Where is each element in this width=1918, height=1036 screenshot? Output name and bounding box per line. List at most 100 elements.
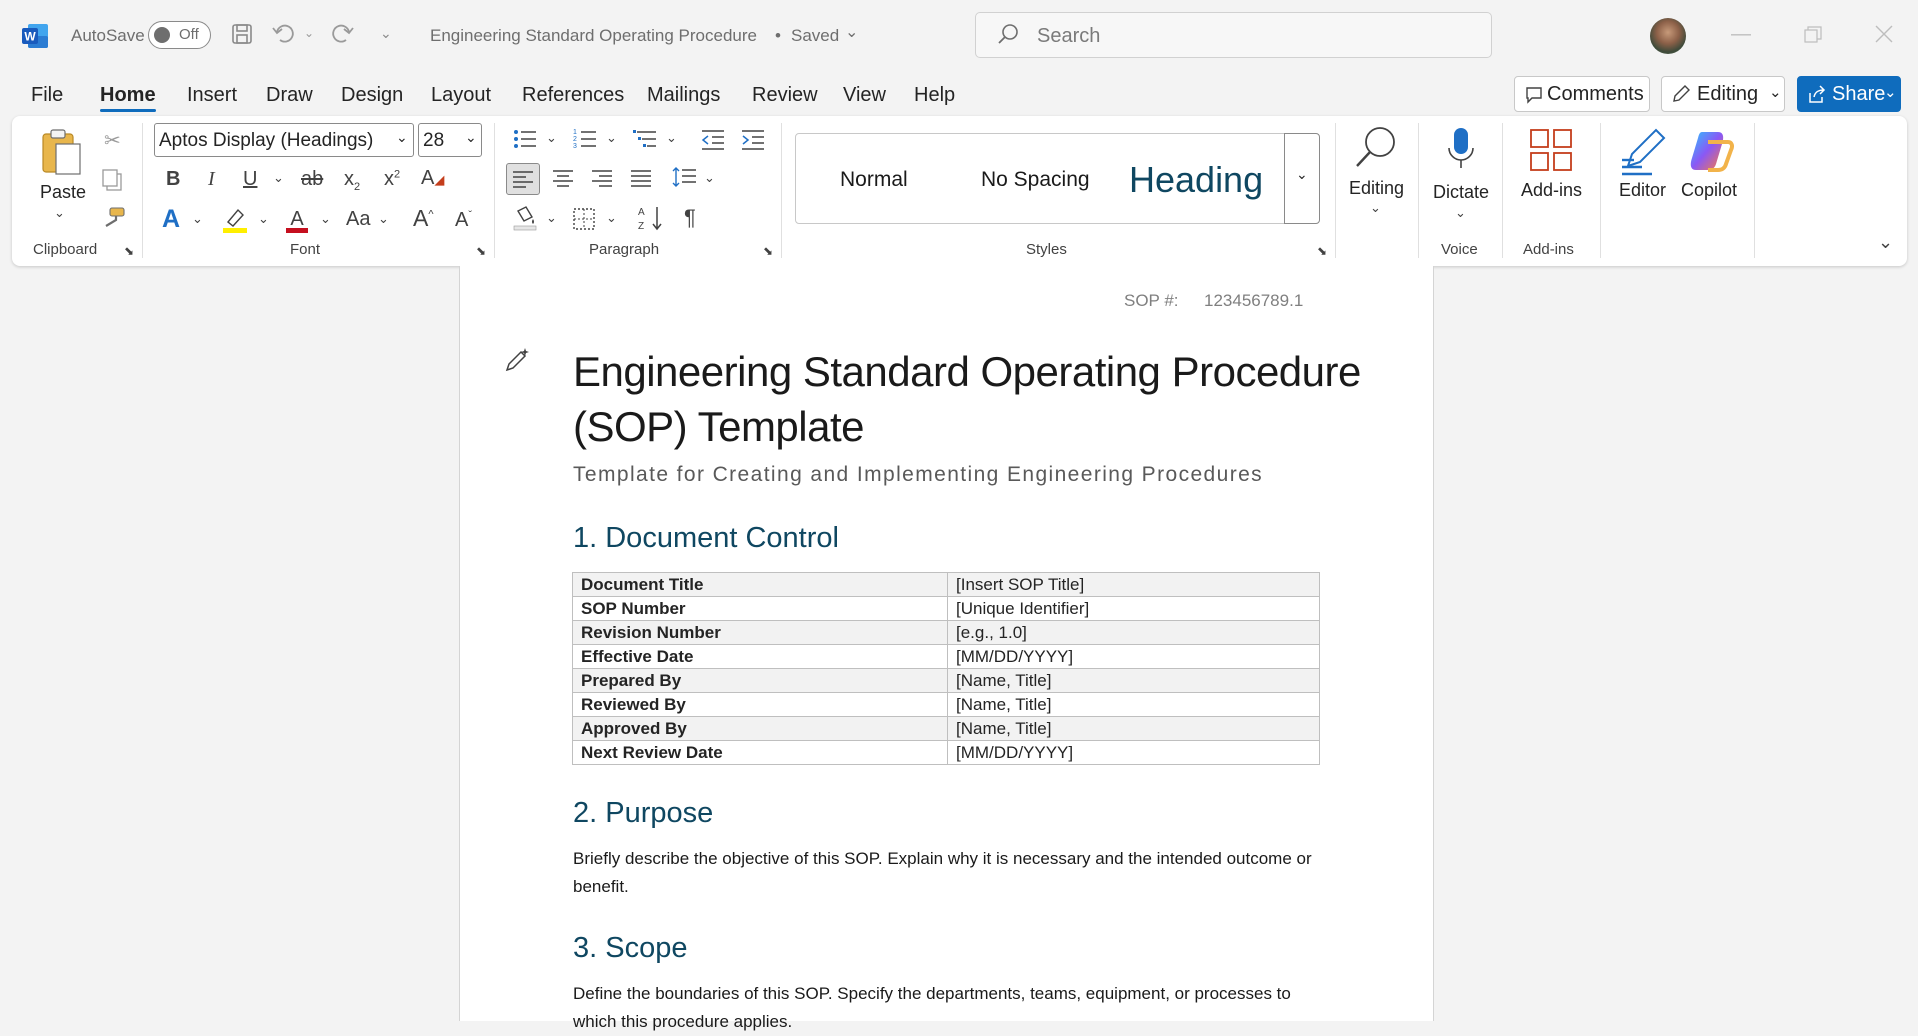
- style-no-spacing[interactable]: No Spacing: [981, 168, 1090, 192]
- table-cell-value[interactable]: [Insert SOP Title]: [947, 572, 1320, 597]
- table-cell-value[interactable]: [e.g., 1.0]: [947, 620, 1320, 645]
- copilot-draft-icon[interactable]: [503, 346, 531, 379]
- borders-icon[interactable]: [572, 207, 596, 235]
- decrease-indent-icon[interactable]: [700, 127, 726, 155]
- tab-mailings[interactable]: Mailings: [647, 84, 720, 107]
- font-size-select[interactable]: 28 ⌄: [418, 123, 482, 157]
- restore-icon[interactable]: [1804, 26, 1822, 48]
- increase-indent-icon[interactable]: [740, 127, 766, 155]
- dictate-dropdown-icon[interactable]: ⌄: [1455, 206, 1466, 219]
- editor-label[interactable]: Editor: [1619, 180, 1666, 201]
- cut-icon[interactable]: ✂: [104, 131, 121, 151]
- paste-label[interactable]: Paste: [40, 182, 86, 203]
- editing-mode-button[interactable]: Editing ⌄: [1661, 76, 1785, 112]
- font-family-select[interactable]: Aptos Display (Headings) ⌄: [154, 123, 414, 157]
- subscript-icon[interactable]: x2: [344, 169, 360, 193]
- minimize-icon[interactable]: ―: [1731, 24, 1751, 44]
- save-icon[interactable]: [230, 22, 254, 50]
- bold-icon[interactable]: B: [166, 169, 180, 189]
- table-cell-key[interactable]: Revision Number: [572, 620, 948, 645]
- table-cell-key[interactable]: Document Title: [572, 572, 948, 597]
- style-normal[interactable]: Normal: [840, 168, 908, 192]
- copy-icon[interactable]: [100, 168, 126, 196]
- show-formatting-marks-icon[interactable]: ¶: [684, 207, 696, 229]
- table-cell-value[interactable]: [MM/DD/YYYY]: [947, 644, 1320, 669]
- tab-file[interactable]: File: [31, 84, 63, 107]
- paste-icon[interactable]: [40, 128, 84, 181]
- superscript-icon[interactable]: x2: [384, 169, 400, 189]
- underline-icon[interactable]: U: [243, 169, 257, 189]
- change-case-dropdown-icon[interactable]: ⌄: [378, 212, 389, 225]
- undo-dropdown-icon[interactable]: ⌄: [304, 27, 314, 39]
- shading-dropdown-icon[interactable]: ⌄: [546, 211, 557, 224]
- table-cell-value[interactable]: [Name, Title]: [947, 668, 1320, 693]
- table-cell-key[interactable]: Approved By: [572, 716, 948, 741]
- find-icon[interactable]: [1353, 124, 1399, 175]
- multilevel-list-icon[interactable]: [632, 127, 658, 155]
- avatar[interactable]: [1650, 18, 1686, 54]
- numbering-icon[interactable]: 123: [572, 127, 598, 155]
- editor-icon[interactable]: [1620, 126, 1668, 181]
- undo-icon[interactable]: [271, 22, 297, 50]
- purpose-paragraph[interactable]: Briefly describe the objective of this S…: [573, 845, 1313, 901]
- italic-icon[interactable]: I: [208, 169, 215, 189]
- highlight-icon[interactable]: [222, 206, 248, 238]
- editing-label[interactable]: Editing: [1349, 178, 1404, 199]
- microphone-icon[interactable]: [1447, 126, 1475, 179]
- font-launcher-icon[interactable]: ⬊: [476, 245, 486, 257]
- editing-dropdown-icon[interactable]: ⌄: [1370, 201, 1381, 214]
- style-heading[interactable]: Heading: [1129, 159, 1263, 201]
- table-cell-key[interactable]: SOP Number: [572, 596, 948, 621]
- line-spacing-icon[interactable]: [671, 166, 697, 194]
- align-left-button[interactable]: [506, 163, 540, 195]
- table-cell-value[interactable]: [Name, Title]: [947, 716, 1320, 741]
- save-status[interactable]: Saved: [791, 26, 839, 46]
- table-cell-value[interactable]: [MM/DD/YYYY]: [947, 740, 1320, 765]
- sort-icon[interactable]: AZ: [637, 204, 665, 236]
- table-cell-key[interactable]: Next Review Date: [572, 740, 948, 765]
- copilot-label[interactable]: Copilot: [1681, 180, 1737, 201]
- tab-layout[interactable]: Layout: [431, 84, 491, 107]
- paragraph-launcher-icon[interactable]: ⬊: [763, 245, 773, 257]
- tab-help[interactable]: Help: [914, 84, 955, 107]
- clipboard-launcher-icon[interactable]: ⬊: [124, 245, 134, 257]
- tab-home[interactable]: Home: [100, 84, 156, 107]
- table-cell-key[interactable]: Reviewed By: [572, 692, 948, 717]
- dictate-label[interactable]: Dictate: [1433, 182, 1489, 203]
- collapse-ribbon-icon[interactable]: ⌄: [1878, 233, 1893, 251]
- text-effects-icon[interactable]: A: [162, 207, 180, 232]
- bullets-dropdown-icon[interactable]: ⌄: [546, 131, 557, 144]
- align-right-icon[interactable]: [591, 168, 613, 192]
- autosave-toggle[interactable]: Off: [148, 21, 211, 49]
- align-center-icon[interactable]: [552, 168, 574, 192]
- tab-review[interactable]: Review: [752, 84, 818, 107]
- shrink-font-icon[interactable]: Aˇ: [455, 210, 472, 230]
- search-box[interactable]: Search: [975, 12, 1492, 58]
- redo-icon[interactable]: [329, 22, 355, 50]
- shading-icon[interactable]: [512, 205, 538, 235]
- borders-dropdown-icon[interactable]: ⌄: [606, 211, 617, 224]
- table-cell-key[interactable]: Effective Date: [572, 644, 948, 669]
- strikethrough-icon[interactable]: ab: [301, 169, 323, 189]
- add-ins-label[interactable]: Add-ins: [1521, 180, 1582, 201]
- styles-launcher-icon[interactable]: ⬊: [1317, 245, 1327, 257]
- copilot-icon[interactable]: [1688, 130, 1734, 177]
- scope-paragraph[interactable]: Define the boundaries of this SOP. Speci…: [573, 980, 1313, 1036]
- highlight-dropdown-icon[interactable]: ⌄: [258, 212, 269, 225]
- tab-view[interactable]: View: [843, 84, 886, 107]
- tab-references[interactable]: References: [522, 84, 624, 107]
- tab-insert[interactable]: Insert: [187, 84, 237, 107]
- underline-dropdown-icon[interactable]: ⌄: [273, 171, 284, 184]
- close-icon[interactable]: [1874, 24, 1894, 48]
- change-case-icon[interactable]: Aa: [346, 209, 370, 229]
- table-cell-key[interactable]: Prepared By: [572, 668, 948, 693]
- tab-design[interactable]: Design: [341, 84, 403, 107]
- save-status-chevron-icon[interactable]: ⌄: [845, 25, 858, 41]
- styles-more-button[interactable]: ⌄: [1284, 133, 1320, 224]
- line-spacing-dropdown-icon[interactable]: ⌄: [704, 171, 715, 184]
- clear-formatting-icon[interactable]: A◢: [421, 168, 444, 188]
- numbering-dropdown-icon[interactable]: ⌄: [606, 131, 617, 144]
- customize-qat-icon[interactable]: ⌄: [380, 26, 392, 40]
- bullets-icon[interactable]: [512, 127, 538, 155]
- share-button[interactable]: Share ⌄: [1797, 76, 1901, 112]
